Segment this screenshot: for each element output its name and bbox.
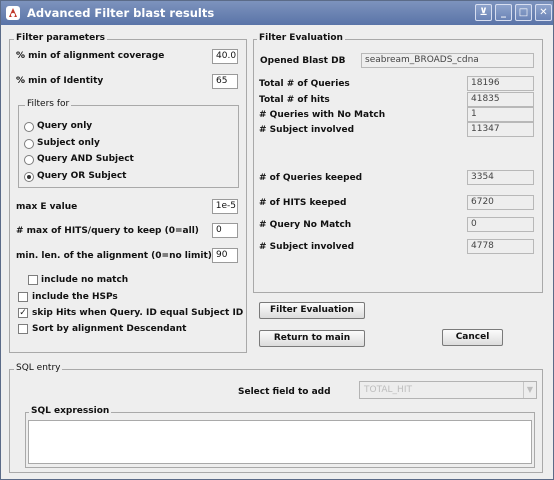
shade-icon[interactable]: ⊻: [475, 4, 492, 21]
queries-keeped-value: 3354: [467, 170, 534, 185]
cancel-button[interactable]: Cancel: [442, 329, 503, 346]
query-no-match-value: 0: [467, 217, 534, 232]
min-alignment-input[interactable]: 40.0: [212, 49, 238, 64]
filter-evaluation-title: Filter Evaluation: [257, 33, 345, 43]
radio-query-only-label[interactable]: Query only: [37, 121, 92, 131]
sort-descendant-checkbox[interactable]: [18, 324, 28, 334]
include-hsps-checkbox[interactable]: [18, 292, 28, 302]
filter-parameters-title: Filter parameters: [14, 33, 108, 43]
title-bar[interactable]: Advanced Filter blast results ⊻ _ □ ✕: [1, 1, 553, 25]
radio-subject-only[interactable]: [24, 139, 34, 149]
min-len-label: min. len. of the alignment (0=no limit): [16, 251, 212, 261]
queries-no-match-label: # Queries with No Match: [259, 110, 386, 120]
total-queries-value: 18196: [467, 76, 534, 91]
return-to-main-button[interactable]: Return to main: [259, 330, 365, 347]
radio-query-or-subject-label[interactable]: Query OR Subject: [37, 171, 126, 181]
max-e-input[interactable]: 1e-5: [212, 199, 238, 214]
skip-hits-checkbox[interactable]: ✓: [18, 308, 28, 318]
minimize-icon[interactable]: _: [495, 4, 512, 21]
include-hsps-label[interactable]: include the HSPs: [32, 292, 118, 302]
filter-dialog-window: Advanced Filter blast results ⊻ _ □ ✕ Fi…: [0, 0, 554, 480]
filter-evaluation-button[interactable]: Filter Evaluation: [259, 302, 365, 319]
max-hits-label: # max of HITS/query to keep (0=all): [16, 226, 199, 236]
total-hits-label: Total # of hits: [259, 95, 330, 105]
radio-query-and-subject-label[interactable]: Query AND Subject: [37, 154, 134, 164]
min-alignment-label: % min of alignment coverage: [16, 51, 165, 61]
subject-involved-keeped-value: 4778: [467, 239, 534, 254]
subject-involved-keeped-label: # Subject involved: [259, 242, 355, 252]
total-hits-value: 41835: [467, 92, 534, 107]
select-field-dropdown[interactable]: TOTAL_HIT ▼: [359, 381, 537, 399]
chevron-down-icon[interactable]: ▼: [523, 382, 536, 398]
hits-keeped-label: # of HITS keeped: [259, 198, 347, 208]
sql-entry-title: SQL entry: [14, 363, 63, 373]
total-queries-label: Total # of Queries: [259, 79, 350, 89]
maximize-icon[interactable]: □: [515, 4, 532, 21]
query-no-match-label: # Query No Match: [259, 220, 352, 230]
radio-query-and-subject[interactable]: [24, 155, 34, 165]
select-field-value: TOTAL_HIT: [364, 385, 412, 395]
min-len-input[interactable]: 90: [212, 248, 238, 263]
sql-expression-title: SQL expression: [29, 406, 112, 416]
opened-db-value: seabream_BROADS_cdna: [361, 53, 534, 68]
skip-hits-label[interactable]: skip Hits when Query. ID equal Subject I…: [32, 308, 243, 318]
hits-keeped-value: 6720: [467, 195, 534, 210]
queries-keeped-label: # of Queries keeped: [259, 173, 363, 183]
min-identity-label: % min of Identity: [16, 76, 104, 86]
sort-descendant-label[interactable]: Sort by alignment Descendant: [32, 324, 186, 334]
radio-query-only[interactable]: [24, 122, 34, 132]
sql-expression-textarea[interactable]: [28, 420, 532, 464]
radio-subject-only-label[interactable]: Subject only: [37, 138, 100, 148]
close-icon[interactable]: ✕: [535, 4, 552, 21]
include-no-match-label[interactable]: include no match: [41, 275, 128, 285]
subject-involved-label: # Subject involved: [259, 125, 355, 135]
app-icon: [6, 6, 20, 20]
select-field-label: Select field to add: [238, 387, 331, 397]
queries-no-match-value: 1: [467, 107, 534, 122]
subject-involved-value: 11347: [467, 122, 534, 137]
window-title: Advanced Filter blast results: [27, 6, 215, 20]
radio-query-or-subject[interactable]: [24, 172, 34, 182]
min-identity-input[interactable]: 65: [212, 74, 238, 89]
max-e-label: max E value: [16, 202, 78, 212]
max-hits-input[interactable]: 0: [212, 223, 238, 238]
opened-db-label: Opened Blast DB: [260, 56, 346, 66]
include-no-match-checkbox[interactable]: [28, 275, 38, 285]
filters-for-title: Filters for: [25, 99, 72, 109]
